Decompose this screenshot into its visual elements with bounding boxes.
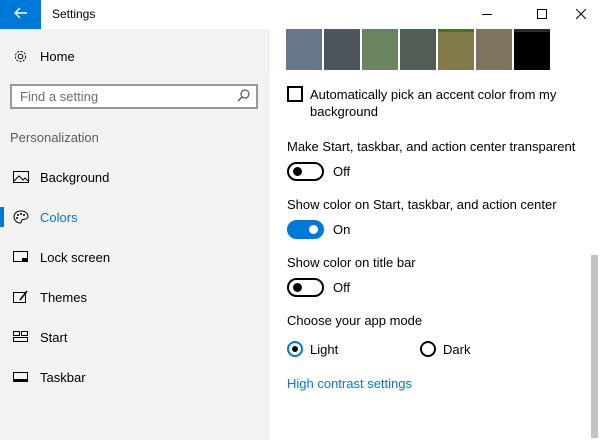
swatch-strip	[324, 29, 360, 32]
swatch-strip	[476, 29, 512, 32]
sidebar-item-lock-screen[interactable]: Lock screen	[0, 243, 270, 271]
color-swatch[interactable]	[362, 29, 398, 70]
sidebar-item-label: Start	[40, 330, 68, 345]
sidebar-item-background[interactable]: Background	[0, 163, 270, 191]
app-mode-dark-label: Dark	[443, 342, 471, 357]
accent-color-swatches	[286, 29, 552, 70]
section-title: Personalization	[10, 130, 99, 145]
maximize-icon	[537, 6, 547, 24]
sidebar-item-label: Taskbar	[40, 370, 86, 385]
show-color-title-toggle[interactable]	[287, 278, 324, 297]
taskbar-icon	[13, 370, 29, 384]
window-title: Settings	[52, 7, 96, 21]
sidebar-item-label: Themes	[40, 290, 87, 305]
home-label: Home	[40, 49, 75, 64]
show-color-title-state: Off	[333, 280, 351, 295]
transparency-toggle[interactable]	[287, 162, 324, 181]
color-swatch[interactable]	[286, 29, 322, 70]
transparency-state: Off	[333, 164, 351, 179]
color-swatch[interactable]	[438, 29, 474, 70]
close-button[interactable]	[558, 0, 600, 29]
color-swatch[interactable]	[514, 29, 550, 70]
palette-icon	[13, 210, 29, 224]
toggle-knob	[293, 283, 302, 292]
sidebar-item-label: Background	[40, 170, 110, 185]
sidebar: Home Personalization Background Colors L…	[0, 29, 270, 440]
search-icon[interactable]	[237, 89, 250, 107]
gear-icon	[13, 49, 28, 69]
show-color-start-toggle[interactable]	[287, 220, 324, 239]
sidebar-item-colors[interactable]: Colors	[0, 203, 270, 231]
auto-accent-label: Automatically pick an accent color from …	[310, 87, 557, 119]
app-mode-light-label: Light	[310, 342, 339, 357]
sidebar-item-themes[interactable]: Themes	[0, 283, 270, 311]
sidebar-item-taskbar[interactable]: Taskbar	[0, 363, 270, 391]
lock-screen-icon	[13, 250, 29, 264]
minimize-icon	[482, 6, 492, 24]
sidebar-item-label: Colors	[40, 210, 78, 225]
toggle-knob	[309, 225, 318, 234]
color-swatch[interactable]	[476, 29, 512, 70]
scrollbar-thumb[interactable]	[591, 255, 598, 438]
swatch-strip	[362, 29, 398, 32]
color-swatch[interactable]	[324, 29, 360, 70]
transparency-label: Make Start, taskbar, and action center t…	[287, 139, 576, 154]
swatch-strip	[514, 29, 550, 32]
title-bar: Settings	[0, 0, 600, 29]
search-input[interactable]	[12, 86, 232, 107]
themes-brush-icon	[13, 290, 29, 304]
sidebar-item-home[interactable]: Home	[0, 46, 270, 68]
image-icon	[13, 170, 29, 184]
app-mode-light-radio[interactable]	[287, 341, 303, 357]
colors-page: Automatically pick an accent color from …	[270, 29, 600, 440]
back-button[interactable]	[0, 0, 41, 29]
sidebar-item-label: Lock screen	[40, 250, 111, 265]
selection-indicator	[0, 207, 4, 227]
search-box	[10, 84, 258, 109]
swatch-strip	[438, 29, 474, 32]
app-mode-label: Choose your app mode	[287, 313, 423, 328]
color-swatch[interactable]	[400, 29, 436, 70]
show-color-start-label: Show color on Start, taskbar, and action…	[287, 197, 557, 212]
toggle-knob	[293, 167, 302, 176]
sidebar-item-start[interactable]: Start	[0, 323, 270, 351]
app-mode-dark-radio[interactable]	[420, 341, 436, 357]
start-tiles-icon	[13, 330, 29, 344]
arrow-left-icon	[13, 6, 28, 24]
show-color-title-label: Show color on title bar	[287, 255, 416, 270]
high-contrast-link[interactable]: High contrast settings	[287, 376, 412, 391]
swatch-strip	[400, 29, 436, 32]
auto-accent-checkbox[interactable]	[287, 86, 303, 102]
minimize-button[interactable]	[464, 0, 510, 29]
show-color-start-state: On	[333, 222, 351, 237]
radio-dot	[292, 346, 298, 352]
close-icon	[575, 6, 587, 24]
swatch-strip	[286, 29, 322, 32]
